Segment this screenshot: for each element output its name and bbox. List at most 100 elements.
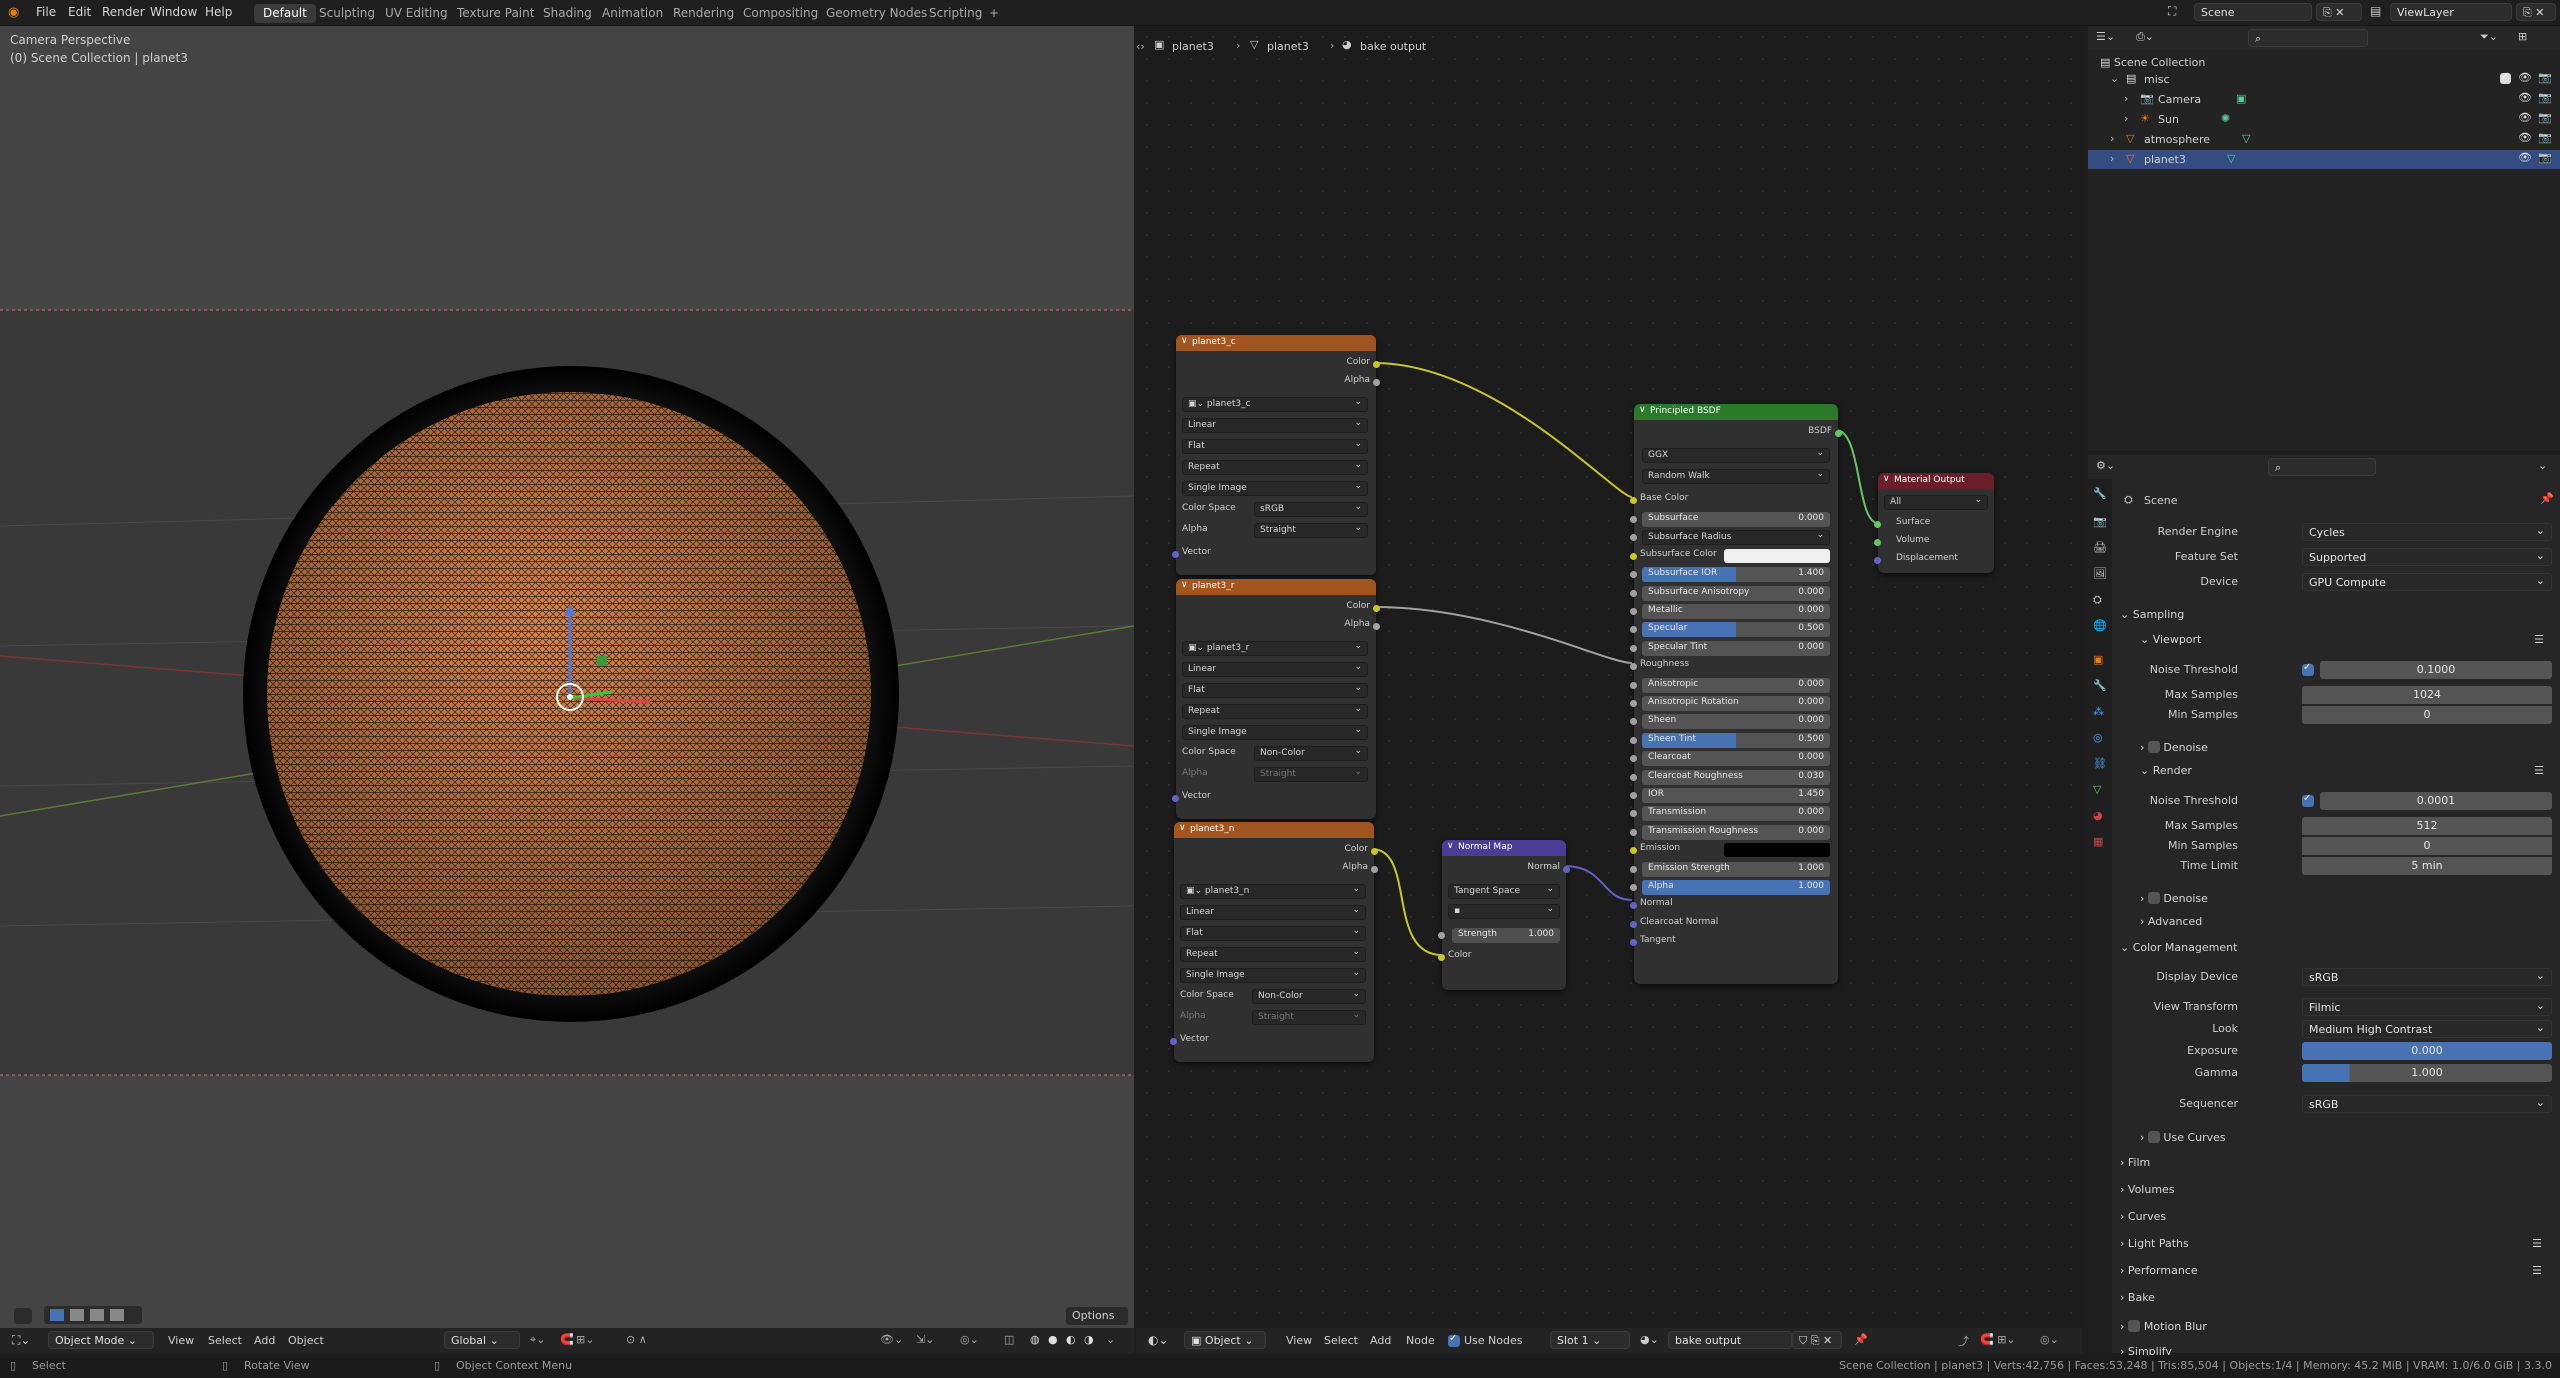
panel-header[interactable]: › Bake xyxy=(2120,1291,2550,1304)
tab-texture-paint[interactable]: Texture Paint xyxy=(448,4,543,23)
outliner-row[interactable]: › ☀ Sun ✺ 👁 📷 xyxy=(2088,110,2560,129)
expand-toggle-icon[interactable]: ⌄ xyxy=(2110,72,2119,85)
extension-dropdown[interactable]: Repeat xyxy=(1182,460,1368,475)
input-socket[interactable] xyxy=(1630,865,1637,873)
node-header[interactable]: Principled BSDF xyxy=(1634,404,1838,420)
uv-map-field[interactable]: ▪ xyxy=(1448,904,1560,919)
input-socket[interactable] xyxy=(1630,534,1637,542)
shading-options-icon[interactable]: ⌄ xyxy=(1106,1333,1115,1346)
image-texture-node-n[interactable]: planet3_n Color Alpha ▣⌄ planet3_n Linea… xyxy=(1170,822,1378,1062)
menu-view[interactable]: View xyxy=(1286,1334,1312,1347)
input-socket[interactable] xyxy=(1630,608,1637,615)
interpolation-dropdown[interactable]: Linear xyxy=(1180,905,1366,920)
motion-blur-checkbox[interactable] xyxy=(2127,1320,2140,1332)
output-alpha-socket[interactable] xyxy=(1373,379,1380,386)
collapse-icon[interactable]: ‹› xyxy=(1136,40,1145,53)
exclude-checkbox[interactable] xyxy=(2500,71,2511,84)
input-base-color-socket[interactable] xyxy=(1630,497,1637,504)
distribution-dropdown[interactable]: GGX xyxy=(1642,448,1830,463)
vp-noise-threshold-field[interactable]: 0.1000 xyxy=(2320,661,2552,679)
node-header[interactable]: planet3_r xyxy=(1176,579,1376,595)
view-layer-selector[interactable]: ViewLayer xyxy=(2390,3,2512,21)
display-mode-icon[interactable]: ⎙⌄ xyxy=(2136,30,2154,44)
select-invert-icon[interactable] xyxy=(110,1309,124,1321)
interpolation-dropdown[interactable]: Linear xyxy=(1182,418,1368,433)
menu-render[interactable]: Render xyxy=(102,5,145,19)
input-socket[interactable] xyxy=(1630,589,1637,597)
select-extend-icon[interactable] xyxy=(70,1309,84,1321)
value-slider[interactable]: Specular 0.500 xyxy=(1642,622,1830,638)
view-object-types-icon[interactable]: 👁⌄ xyxy=(880,1333,903,1346)
color-management-panel-header[interactable]: ⌄ Color Management xyxy=(2120,941,2237,954)
menu-add[interactable]: Add xyxy=(254,1334,275,1347)
output-tab-icon[interactable]: 🖨 xyxy=(2093,541,2107,554)
render-subpanel-header[interactable]: ⌄ Render xyxy=(2140,764,2192,777)
value-slider[interactable]: Metallic 0.000 xyxy=(1642,604,1830,619)
tab-uv-editing[interactable]: UV Editing xyxy=(376,4,457,23)
value-slider[interactable]: Clearcoat Roughness 0.030 xyxy=(1642,769,1830,785)
pin-icon[interactable]: 📌 xyxy=(2540,492,2554,505)
mesh-data-icon[interactable]: ▽ xyxy=(2227,152,2235,165)
breadcrumb-object[interactable]: planet3 xyxy=(1172,40,1214,53)
presets-list-icon[interactable]: ☰ xyxy=(2534,633,2544,646)
pin-icon[interactable]: 📌 xyxy=(1854,1333,1868,1346)
source-dropdown[interactable]: Single Image xyxy=(1182,725,1368,740)
filter-icon[interactable]: ⏷⌄ xyxy=(2480,30,2498,44)
tab-compositing[interactable]: Compositing xyxy=(734,4,827,23)
value-slider[interactable]: Specular Tint 0.000 xyxy=(1642,640,1830,656)
panel-header[interactable]: › Curves xyxy=(2120,1210,2550,1223)
output-color-socket[interactable] xyxy=(1373,361,1380,368)
input-socket[interactable] xyxy=(1630,920,1637,928)
menu-help[interactable]: Help xyxy=(205,5,232,19)
tool-tab-icon[interactable]: 🔧 xyxy=(2093,487,2107,500)
time-limit-field[interactable]: 5 min xyxy=(2302,857,2552,875)
menu-window[interactable]: Window xyxy=(150,5,197,19)
colorspace-dropdown[interactable]: sRGB xyxy=(1254,502,1368,517)
input-surface-socket[interactable] xyxy=(1874,521,1881,528)
node-header[interactable]: planet3_n xyxy=(1174,822,1374,838)
extension-dropdown[interactable]: Repeat xyxy=(1180,947,1366,962)
input-socket[interactable] xyxy=(1630,700,1637,707)
tab-shading[interactable]: Shading xyxy=(534,4,601,23)
value-slider[interactable]: Sheen 0.000 xyxy=(1642,714,1830,730)
proportional-edit-icon[interactable]: ⊙ ∧ xyxy=(626,1333,647,1346)
options-icon[interactable]: ⌄ xyxy=(2538,459,2547,472)
vp-noise-threshold-checkbox[interactable] xyxy=(2302,662,2314,676)
r-noise-threshold-checkbox[interactable] xyxy=(2302,793,2314,807)
projection-dropdown[interactable]: Flat xyxy=(1180,926,1366,941)
panel-header[interactable]: › Motion Blur xyxy=(2120,1318,2550,1333)
target-dropdown[interactable]: All xyxy=(1884,495,1988,510)
look-dropdown[interactable]: Medium High Contrast xyxy=(2302,1020,2552,1038)
editor-type-icon[interactable]: ☰⌄ xyxy=(2096,30,2115,43)
mesh-data-icon[interactable]: ▽ xyxy=(2242,132,2250,145)
light-data-icon[interactable]: ✺ xyxy=(2221,112,2230,125)
menu-edit[interactable]: Edit xyxy=(68,5,91,19)
visibility-eye-icon[interactable]: 👁 xyxy=(2518,71,2532,84)
editor-type-icon[interactable]: ⚙⌄ xyxy=(2096,459,2115,472)
input-displacement-socket[interactable] xyxy=(1874,557,1881,564)
image-browse-icon[interactable]: ▣⌄ xyxy=(1188,643,1204,653)
denoise-render-checkbox[interactable] xyxy=(2147,892,2160,904)
input-color-socket[interactable] xyxy=(1438,954,1445,961)
panel-header[interactable]: › Light Paths ☰ xyxy=(2120,1237,2550,1250)
menu-select[interactable]: Select xyxy=(208,1334,242,1347)
outliner-row[interactable]: › ▽ planet3 ▽ 👁 📷 xyxy=(2088,150,2560,169)
expand-toggle-icon[interactable]: › xyxy=(2110,152,2114,165)
visibility-eye-icon[interactable]: 👁 xyxy=(2518,111,2532,124)
denoise-checkbox[interactable] xyxy=(2147,741,2160,753)
input-socket[interactable] xyxy=(1630,755,1637,763)
denoise-subpanel-header[interactable]: › Denoise xyxy=(2140,739,2208,754)
input-socket[interactable] xyxy=(1630,552,1637,560)
options-dropdown[interactable]: Options ⌄ xyxy=(1066,1307,1128,1335)
value-slider[interactable]: Subsurface 0.000 xyxy=(1642,512,1830,527)
tab-animation[interactable]: Animation xyxy=(593,4,672,23)
properties-editor[interactable]: ⚙⌄ ⌕ ⌄ 🔧 📷 🖨 🖼 ⛭ 🌐 ▣ 🔧 ⁂ ◎ ⛓ ▽ ◕ ▦ ⛭ Sce… xyxy=(2088,455,2560,1358)
overlays-icon[interactable]: ◎⌄ xyxy=(960,1333,979,1346)
physics-tab-icon[interactable]: ◎ xyxy=(2093,731,2103,744)
breadcrumb-material[interactable]: bake output xyxy=(1360,40,1426,53)
outliner-row[interactable]: ⌄ ▤ misc 👁 📷 xyxy=(2088,70,2560,89)
interpolation-dropdown[interactable]: Linear xyxy=(1182,662,1368,677)
object-mode-dropdown[interactable]: Object Mode ⌄ xyxy=(48,1331,154,1349)
sampling-panel-header[interactable]: ⌄ Sampling xyxy=(2120,608,2184,621)
value-slider[interactable]: Subsurface Anisotropy 0.000 xyxy=(1642,585,1830,601)
